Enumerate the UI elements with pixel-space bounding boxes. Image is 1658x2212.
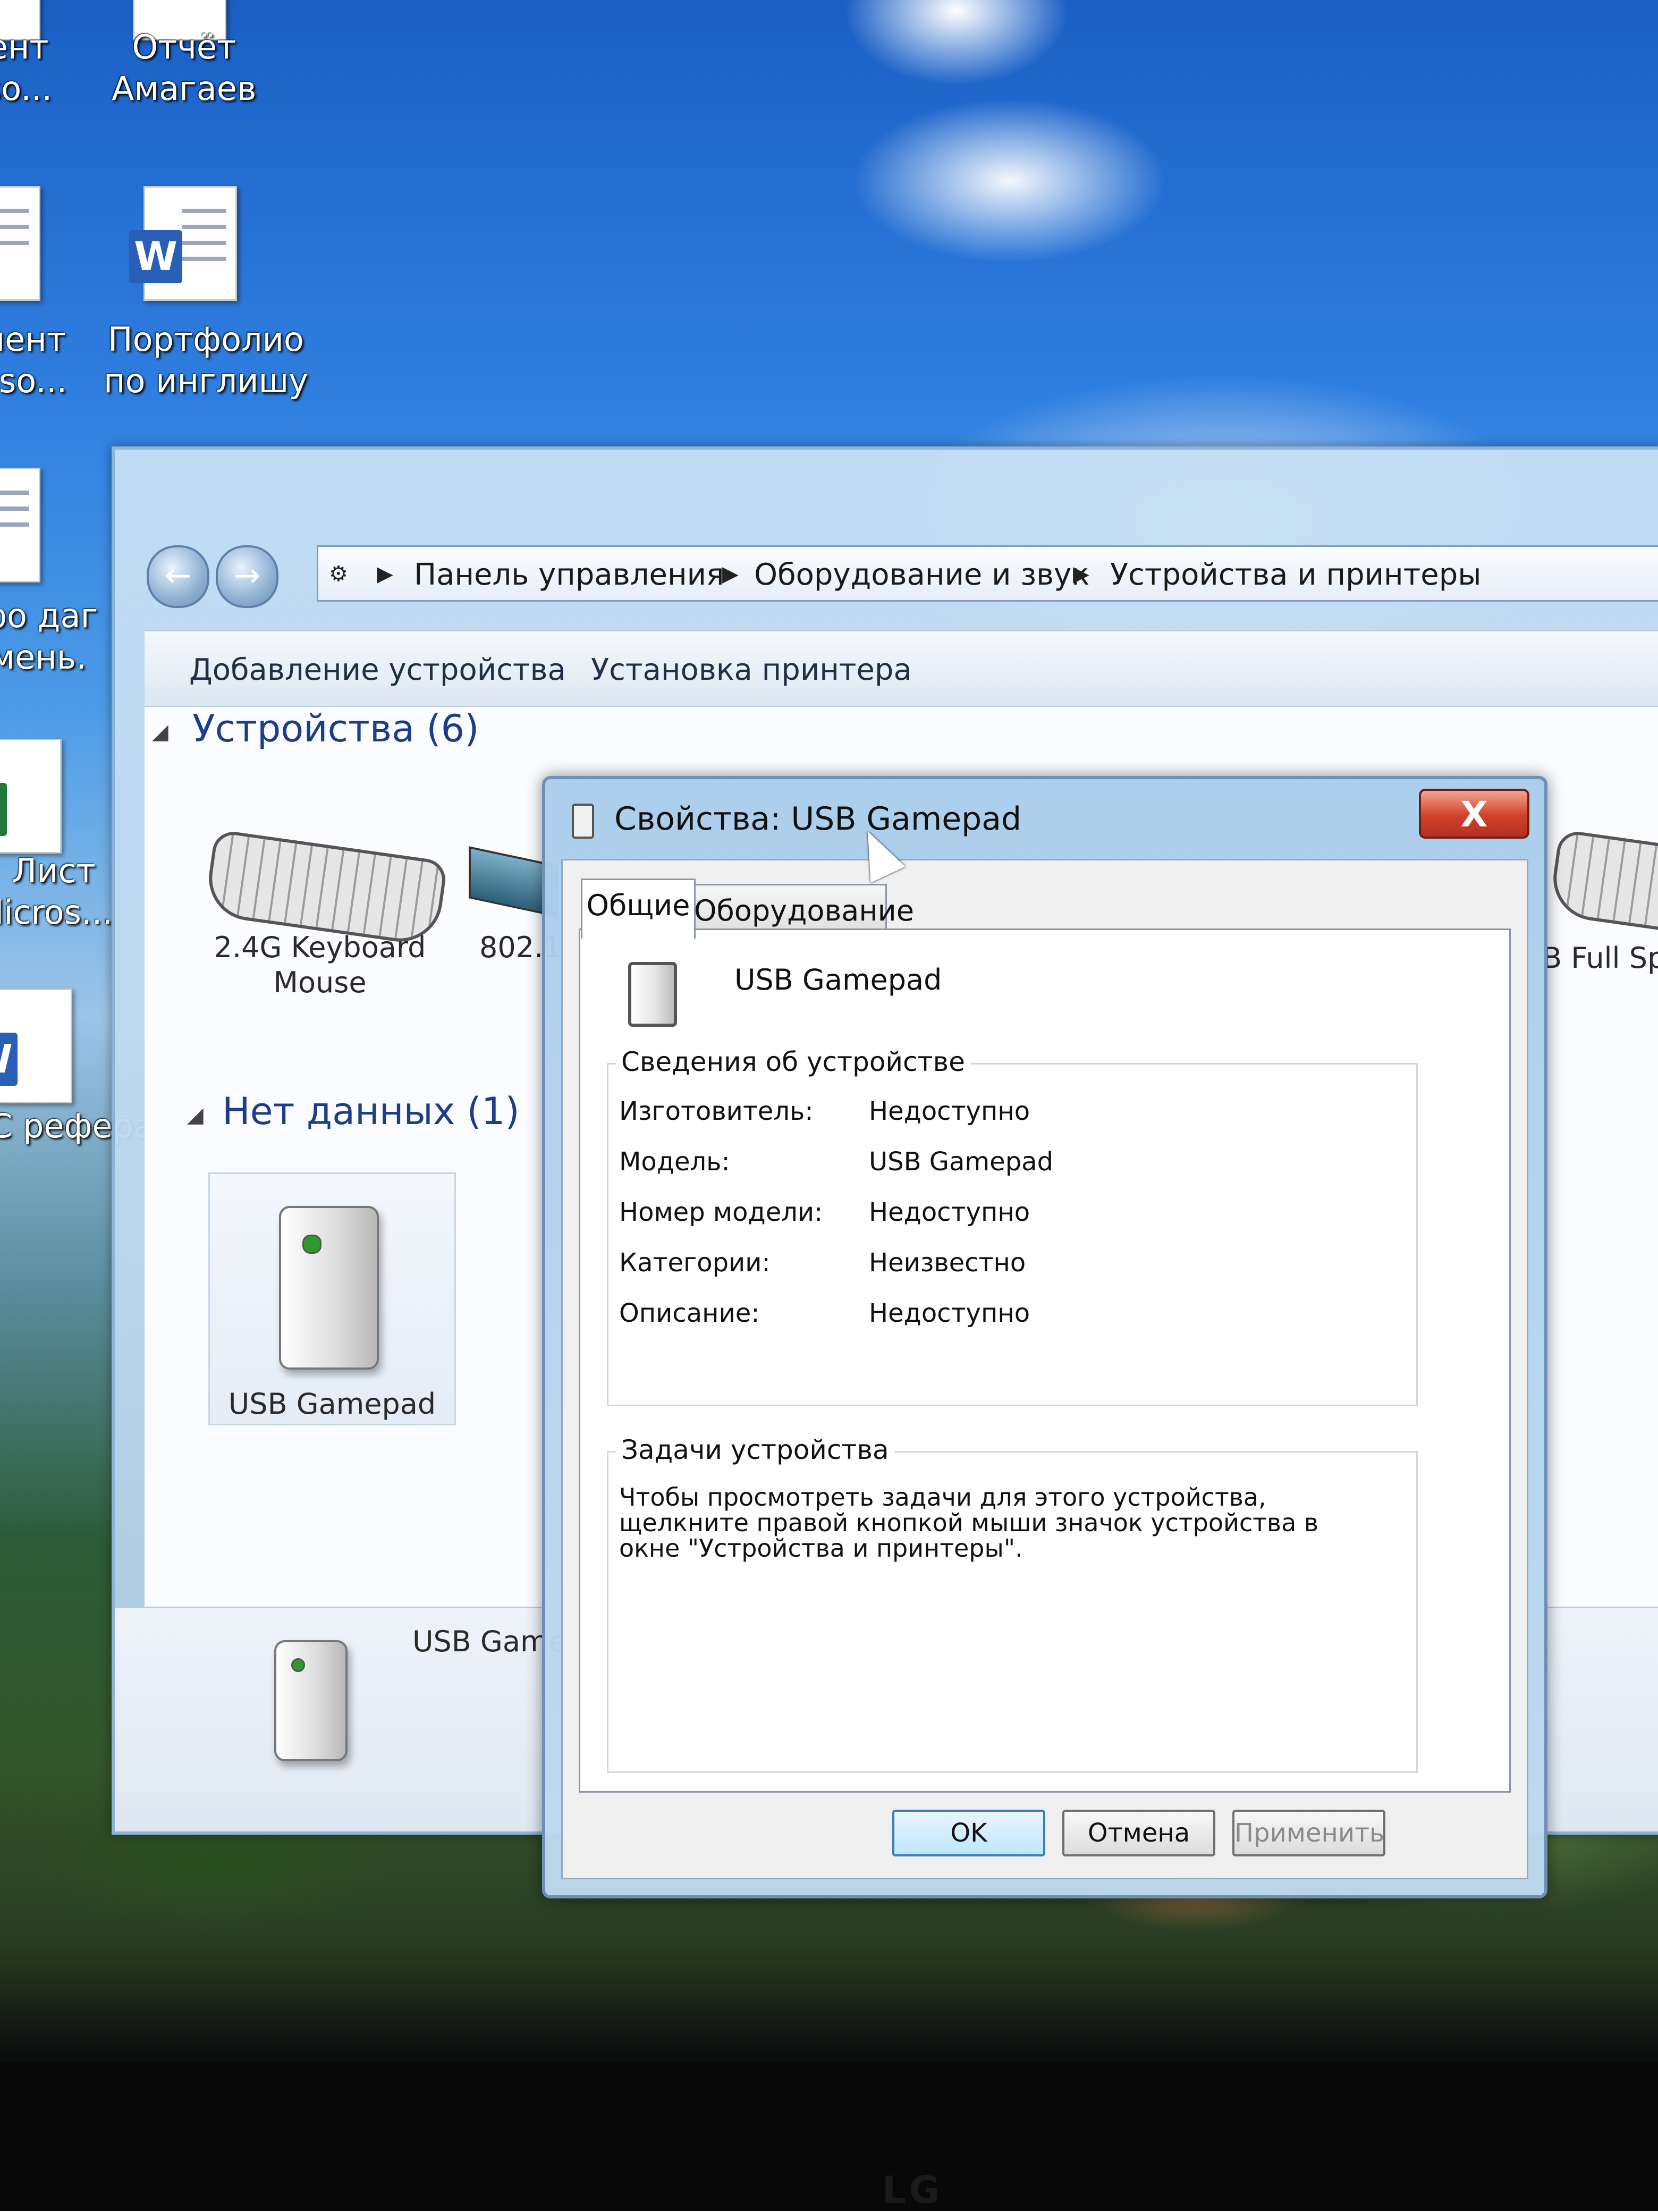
word-document-icon[interactable]: W [0,989,72,1103]
tab-general[interactable]: Общие [581,879,696,939]
properties-dialog: Свойства: USB Gamepad X Общие Оборудован… [542,776,1547,1898]
icon-label-line: мень. [0,638,87,677]
general-tab-page: USB Gamepad Сведения об устройстве Изгот… [579,928,1511,1793]
desktop-icon-label[interactable]: Отчёт Амагаев [112,27,256,109]
device-tasks-title: Задачи устройства [616,1434,894,1465]
icon-label-line: фо даг [0,596,98,635]
add-device-button[interactable]: Добавление устройства [189,653,566,687]
model-number-value: Недоступно [869,1197,1030,1227]
icon-label-line: Лист [12,851,96,890]
icon-label-line: licros... [0,893,113,932]
keyboard-icon[interactable] [1547,829,1658,947]
back-button[interactable]: ← [147,545,209,608]
document-icon[interactable] [0,468,40,582]
device-label[interactable]: B Full Spee [1542,941,1658,976]
gamepad-device-icon [274,1640,348,1761]
monitor-logo: LG [882,2168,943,2212]
cancel-button[interactable]: Отмена [1062,1810,1215,1856]
model-number-label: Номер модели: [619,1197,823,1227]
chevron-right-icon[interactable]: ▶ [722,562,739,586]
document-icon[interactable] [0,186,40,301]
add-printer-button[interactable]: Установка принтера [591,653,912,687]
desktop-icon-label[interactable]: ент so... [0,27,52,109]
icon-label-line: Амагаев [112,69,257,108]
icon-label-line: Отчёт [132,28,236,66]
device-tasks-text: Чтобы просмотреть задачи для этого устро… [619,1483,1319,1563]
device-info-group: Сведения об устройстве Изготовитель: Нед… [607,1046,1418,1406]
dialog-title: Свойства: USB Gamepad [614,800,1022,838]
forward-arrow-icon: → [233,557,261,594]
desktop-icon-label[interactable]: фо даг мень. [0,595,98,678]
chevron-right-icon[interactable]: ▶ [1073,562,1089,586]
description-value: Недоступно [869,1298,1030,1328]
gamepad-device-icon [628,962,677,1027]
device-info-title: Сведения об устройстве [616,1046,970,1077]
gamepad-icon [572,804,594,839]
model-value: USB Gamepad [869,1147,1054,1177]
icon-label-line: Портфолио [108,320,304,359]
breadcrumb-hardware-sound[interactable]: Оборудование и звук [754,558,1089,592]
categories-label: Категории: [619,1248,771,1278]
categories-value: Неизвестно [869,1248,1026,1278]
group-header-no-data[interactable]: Нет данных (1) [222,1090,520,1133]
keyboard-icon[interactable] [203,829,449,947]
icon-label-line: so... [0,69,53,108]
breadcrumb-control-panel[interactable]: Панель управления [414,558,724,592]
icon-label-line: ент [0,28,49,66]
close-icon: X [1460,794,1488,835]
group-header-devices[interactable]: Устройства (6) [192,707,479,750]
excel-icon: X [0,783,7,836]
model-label: Модель: [619,1147,730,1177]
collapse-triangle-icon[interactable]: ◢ [152,720,168,744]
excel-document-icon[interactable]: X [0,739,62,854]
description-label: Описание: [619,1298,760,1328]
word-icon: W [0,1033,18,1086]
desktop-icon-label[interactable]: мент oso... [0,319,67,402]
dialog-body: Общие Оборудование USB Gamepad Сведения … [561,859,1528,1879]
device-label: USB Gamepad [228,1387,436,1421]
chevron-right-icon[interactable]: ▶ [377,562,393,586]
icon-label-line: мент [0,320,66,359]
device-name: USB Gamepad [734,963,942,997]
device-tasks-group: Задачи устройства Чтобы просмотреть зада… [607,1434,1418,1773]
close-button[interactable]: X [1419,789,1529,839]
word-document-icon[interactable]: W [129,186,237,301]
control-panel-icon: ⚙ [329,562,348,586]
device-label-line: 2.4G Keyboard [214,931,426,964]
address-bar[interactable]: ⚙ ▶ Панель управления ▶ Оборудование и з… [317,545,1658,602]
gamepad-device-icon [279,1206,379,1370]
ok-button[interactable]: OK [892,1810,1045,1856]
usb-gamepad-tile[interactable]: USB Gamepad [208,1172,456,1425]
device-label-line: Mouse [273,966,367,999]
breadcrumb-devices-printers[interactable]: Устройства и принтеры [1110,558,1481,592]
apply-button[interactable]: Применить [1232,1810,1385,1856]
manufacturer-label: Изготовитель: [619,1096,814,1126]
icon-label-line: по инглишу [104,361,308,400]
command-bar: Добавление устройства Установка принтера [145,630,1658,707]
collapse-triangle-icon[interactable]: ◢ [187,1103,204,1127]
desktop-icon-label[interactable]: Лист licros... [0,850,113,933]
word-icon: W [129,230,182,283]
back-arrow-icon: ← [164,557,192,594]
desktop-icon-label[interactable]: Портфолио по инглишу [104,319,308,402]
icon-label-line: oso... [0,361,67,400]
forward-button[interactable]: → [216,545,278,608]
manufacturer-value: Недоступно [869,1096,1030,1126]
device-label[interactable]: 2.4G Keyboard Mouse [208,930,432,1000]
monitor-bezel: LG [0,2062,1658,2212]
